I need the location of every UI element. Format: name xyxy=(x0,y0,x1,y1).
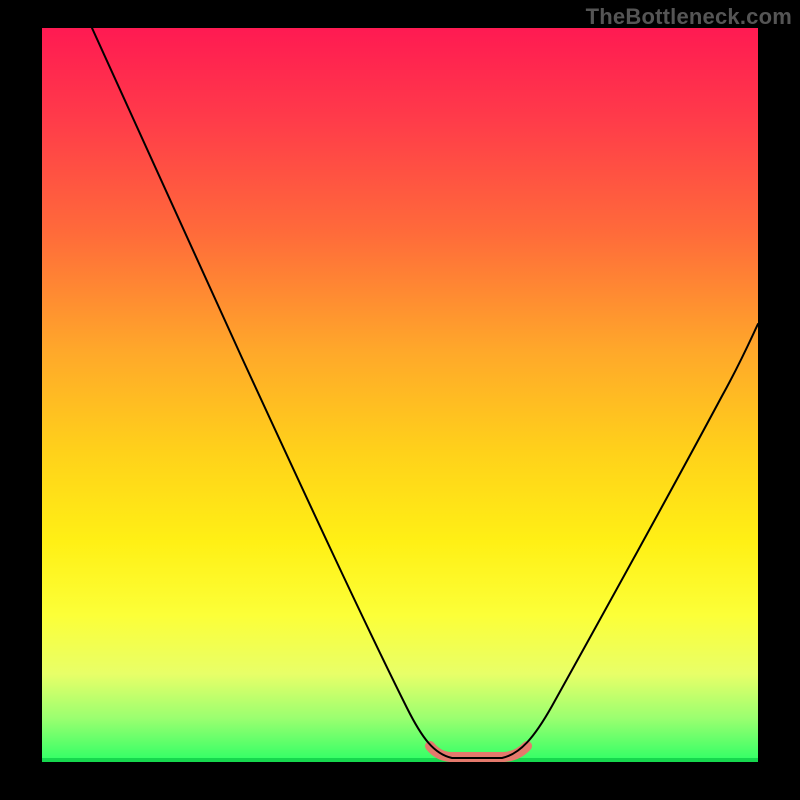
chart-frame: TheBottleneck.com xyxy=(0,0,800,800)
plot-area xyxy=(42,28,758,762)
watermark-text: TheBottleneck.com xyxy=(586,4,792,30)
bottleneck-curve xyxy=(92,28,758,758)
curve-overlay xyxy=(42,28,758,762)
